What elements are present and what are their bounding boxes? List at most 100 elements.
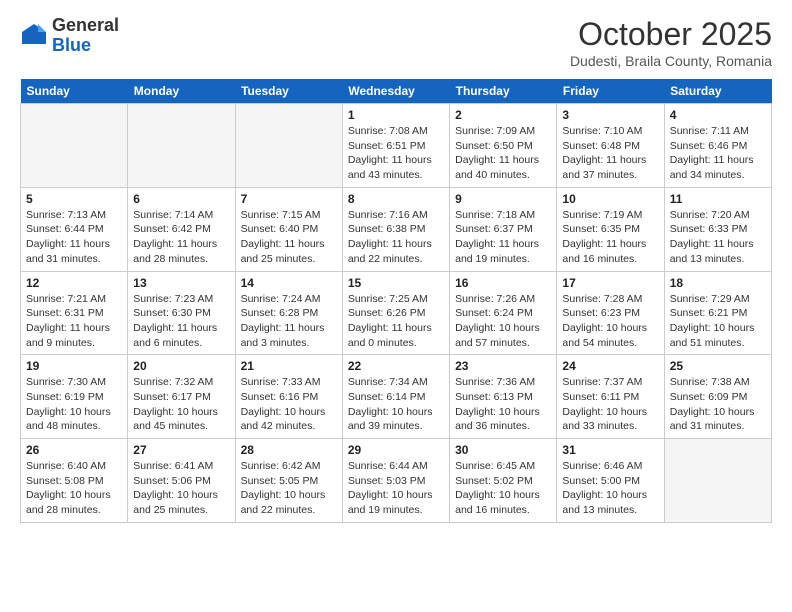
cell-info: Sunrise: 7:10 AM Sunset: 6:48 PM Dayligh… (562, 124, 658, 183)
header-wednesday: Wednesday (342, 79, 449, 104)
cell-info: Sunrise: 7:38 AM Sunset: 6:09 PM Dayligh… (670, 375, 766, 434)
calendar-week-3: 12 Sunrise: 7:21 AM Sunset: 6:31 PM Dayli… (21, 271, 772, 355)
month-title: October 2025 (570, 16, 772, 53)
calendar-cell: 3 Sunrise: 7:10 AM Sunset: 6:48 PM Daylig… (557, 104, 664, 188)
cell-info: Sunrise: 7:19 AM Sunset: 6:35 PM Dayligh… (562, 208, 658, 267)
cell-info: Sunrise: 7:25 AM Sunset: 6:26 PM Dayligh… (348, 292, 444, 351)
page-container: General Blue October 2025 Dudesti, Brail… (0, 0, 792, 533)
calendar-cell: 19 Sunrise: 7:30 AM Sunset: 6:19 PM Dayli… (21, 355, 128, 439)
calendar-week-4: 19 Sunrise: 7:30 AM Sunset: 6:19 PM Dayli… (21, 355, 772, 439)
day-number: 31 (562, 443, 658, 457)
day-number: 3 (562, 108, 658, 122)
cell-info: Sunrise: 6:45 AM Sunset: 5:02 PM Dayligh… (455, 459, 551, 518)
calendar-cell: 24 Sunrise: 7:37 AM Sunset: 6:11 PM Dayli… (557, 355, 664, 439)
calendar-cell: 26Sunrise: 6:40 AM Sunset: 5:08 PM Dayli… (21, 439, 128, 523)
cell-info: Sunrise: 7:18 AM Sunset: 6:37 PM Dayligh… (455, 208, 551, 267)
cell-info: Sunrise: 7:33 AM Sunset: 6:16 PM Dayligh… (241, 375, 337, 434)
cell-info: Sunrise: 7:23 AM Sunset: 6:30 PM Dayligh… (133, 292, 229, 351)
calendar-cell: 30 Sunrise: 6:45 AM Sunset: 5:02 PM Dayli… (450, 439, 557, 523)
cell-info: Sunrise: 6:42 AM Sunset: 5:05 PM Dayligh… (241, 459, 337, 518)
calendar-cell: 8 Sunrise: 7:16 AM Sunset: 6:38 PM Daylig… (342, 187, 449, 271)
day-number: 12 (26, 276, 122, 290)
calendar-cell: 31 Sunrise: 6:46 AM Sunset: 5:00 PM Dayli… (557, 439, 664, 523)
cell-info: Sunrise: 7:16 AM Sunset: 6:38 PM Dayligh… (348, 208, 444, 267)
calendar-cell (21, 104, 128, 188)
cell-info: Sunrise: 7:29 AM Sunset: 6:21 PM Dayligh… (670, 292, 766, 351)
cell-info: Sunrise: 7:21 AM Sunset: 6:31 PM Dayligh… (26, 292, 122, 351)
calendar-cell: 29 Sunrise: 6:44 AM Sunset: 5:03 PM Dayli… (342, 439, 449, 523)
logo: General Blue (20, 16, 119, 56)
calendar-cell: 6 Sunrise: 7:14 AM Sunset: 6:42 PM Daylig… (128, 187, 235, 271)
day-number: 6 (133, 192, 229, 206)
calendar-cell: 2Sunrise: 7:09 AM Sunset: 6:50 PM Daylig… (450, 104, 557, 188)
header-friday: Friday (557, 79, 664, 104)
day-number: 1 (348, 108, 444, 122)
cell-info: Sunrise: 7:15 AM Sunset: 6:40 PM Dayligh… (241, 208, 337, 267)
calendar-cell: 20Sunrise: 7:32 AM Sunset: 6:17 PM Dayli… (128, 355, 235, 439)
calendar-cell: 18Sunrise: 7:29 AM Sunset: 6:21 PM Dayli… (664, 271, 771, 355)
header-monday: Monday (128, 79, 235, 104)
day-number: 14 (241, 276, 337, 290)
cell-info: Sunrise: 7:34 AM Sunset: 6:14 PM Dayligh… (348, 375, 444, 434)
cell-info: Sunrise: 7:13 AM Sunset: 6:44 PM Dayligh… (26, 208, 122, 267)
cell-info: Sunrise: 7:26 AM Sunset: 6:24 PM Dayligh… (455, 292, 551, 351)
day-number: 30 (455, 443, 551, 457)
day-number: 19 (26, 359, 122, 373)
calendar-cell: 21 Sunrise: 7:33 AM Sunset: 6:16 PM Dayli… (235, 355, 342, 439)
logo-blue: Blue (52, 35, 91, 55)
calendar-cell: 28Sunrise: 6:42 AM Sunset: 5:05 PM Dayli… (235, 439, 342, 523)
calendar-table: Sunday Monday Tuesday Wednesday Thursday… (20, 79, 772, 523)
day-number: 9 (455, 192, 551, 206)
cell-info: Sunrise: 7:20 AM Sunset: 6:33 PM Dayligh… (670, 208, 766, 267)
day-number: 10 (562, 192, 658, 206)
cell-info: Sunrise: 6:44 AM Sunset: 5:03 PM Dayligh… (348, 459, 444, 518)
cell-info: Sunrise: 7:24 AM Sunset: 6:28 PM Dayligh… (241, 292, 337, 351)
day-number: 16 (455, 276, 551, 290)
day-number: 17 (562, 276, 658, 290)
day-number: 27 (133, 443, 229, 457)
header-thursday: Thursday (450, 79, 557, 104)
calendar-cell: 9 Sunrise: 7:18 AM Sunset: 6:37 PM Daylig… (450, 187, 557, 271)
header: General Blue October 2025 Dudesti, Brail… (20, 16, 772, 69)
calendar-cell: 16 Sunrise: 7:26 AM Sunset: 6:24 PM Dayli… (450, 271, 557, 355)
cell-info: Sunrise: 7:30 AM Sunset: 6:19 PM Dayligh… (26, 375, 122, 434)
calendar-cell: 22 Sunrise: 7:34 AM Sunset: 6:14 PM Dayli… (342, 355, 449, 439)
day-number: 24 (562, 359, 658, 373)
calendar-cell: 17 Sunrise: 7:28 AM Sunset: 6:23 PM Dayli… (557, 271, 664, 355)
logo-text: General Blue (52, 16, 119, 56)
day-number: 25 (670, 359, 766, 373)
calendar-cell: 1Sunrise: 7:08 AM Sunset: 6:51 PM Daylig… (342, 104, 449, 188)
day-number: 5 (26, 192, 122, 206)
header-sunday: Sunday (21, 79, 128, 104)
day-number: 13 (133, 276, 229, 290)
calendar-cell: 25 Sunrise: 7:38 AM Sunset: 6:09 PM Dayli… (664, 355, 771, 439)
logo-icon (20, 22, 48, 50)
day-header-row: Sunday Monday Tuesday Wednesday Thursday… (21, 79, 772, 104)
calendar-cell: 4Sunrise: 7:11 AM Sunset: 6:46 PM Daylig… (664, 104, 771, 188)
cell-info: Sunrise: 6:46 AM Sunset: 5:00 PM Dayligh… (562, 459, 658, 518)
cell-info: Sunrise: 7:36 AM Sunset: 6:13 PM Dayligh… (455, 375, 551, 434)
cell-info: Sunrise: 7:14 AM Sunset: 6:42 PM Dayligh… (133, 208, 229, 267)
calendar-cell: 13 Sunrise: 7:23 AM Sunset: 6:30 PM Dayli… (128, 271, 235, 355)
cell-info: Sunrise: 6:41 AM Sunset: 5:06 PM Dayligh… (133, 459, 229, 518)
location-subtitle: Dudesti, Braila County, Romania (570, 53, 772, 69)
day-number: 7 (241, 192, 337, 206)
logo-general: General (52, 15, 119, 35)
cell-info: Sunrise: 7:28 AM Sunset: 6:23 PM Dayligh… (562, 292, 658, 351)
calendar-week-2: 5 Sunrise: 7:13 AM Sunset: 6:44 PM Daylig… (21, 187, 772, 271)
day-number: 22 (348, 359, 444, 373)
calendar-cell: 10 Sunrise: 7:19 AM Sunset: 6:35 PM Dayli… (557, 187, 664, 271)
cell-info: Sunrise: 7:37 AM Sunset: 6:11 PM Dayligh… (562, 375, 658, 434)
calendar-cell: 27 Sunrise: 6:41 AM Sunset: 5:06 PM Dayli… (128, 439, 235, 523)
day-number: 20 (133, 359, 229, 373)
day-number: 29 (348, 443, 444, 457)
calendar-week-1: 1Sunrise: 7:08 AM Sunset: 6:51 PM Daylig… (21, 104, 772, 188)
calendar-week-5: 26Sunrise: 6:40 AM Sunset: 5:08 PM Dayli… (21, 439, 772, 523)
cell-info: Sunrise: 7:09 AM Sunset: 6:50 PM Dayligh… (455, 124, 551, 183)
day-number: 21 (241, 359, 337, 373)
calendar-cell: 5 Sunrise: 7:13 AM Sunset: 6:44 PM Daylig… (21, 187, 128, 271)
title-block: October 2025 Dudesti, Braila County, Rom… (570, 16, 772, 69)
day-number: 4 (670, 108, 766, 122)
calendar-cell: 12 Sunrise: 7:21 AM Sunset: 6:31 PM Dayli… (21, 271, 128, 355)
day-number: 8 (348, 192, 444, 206)
